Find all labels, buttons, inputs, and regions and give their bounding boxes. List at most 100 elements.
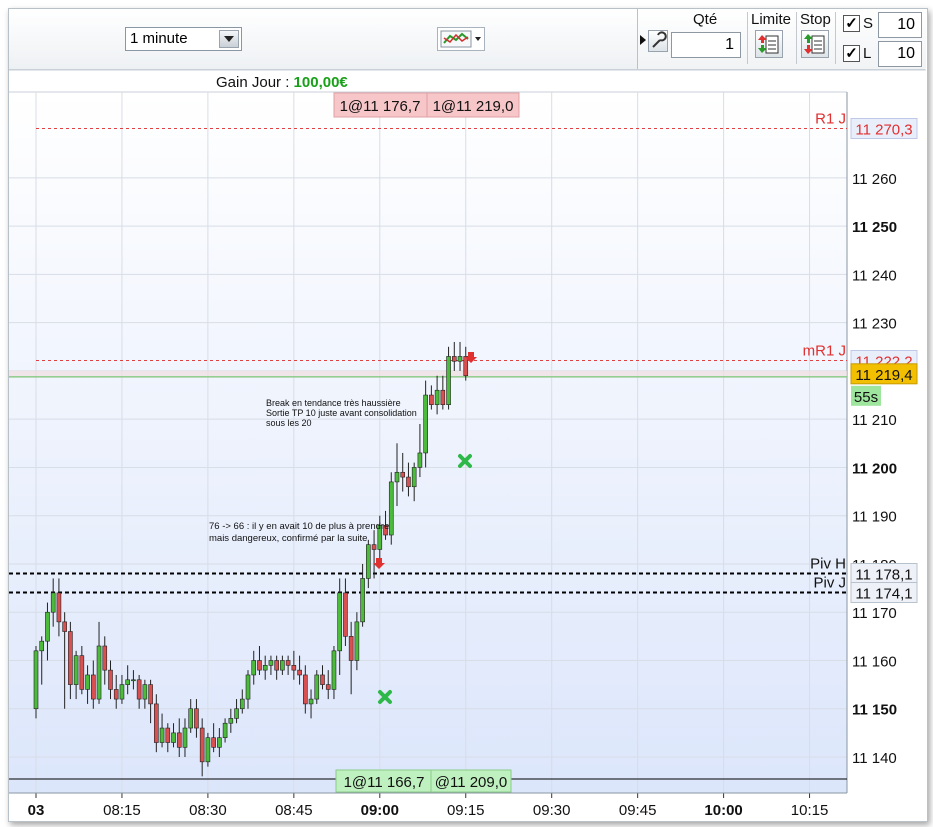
x-tick-label: 03: [28, 802, 45, 819]
candle-body: [360, 578, 365, 623]
candle-body: [434, 389, 440, 406]
x-tick-label: 10:00: [704, 802, 742, 819]
annotation-text: mais dangereux, confirmé par la suite: [209, 533, 367, 544]
y-tick-label: 11 140: [852, 750, 897, 767]
candle-body: [234, 708, 239, 719]
candle-body: [337, 592, 342, 652]
candle-body: [297, 669, 302, 676]
candle-body: [440, 389, 446, 406]
candle-body: [388, 481, 394, 536]
candle-body: [125, 679, 130, 685]
candle-body: [33, 650, 39, 710]
candle-body: [245, 674, 251, 700]
current-price-label: 11 219,4: [855, 367, 912, 384]
candle-body: [354, 621, 360, 661]
y-tick-label: 11 250: [852, 219, 897, 236]
candle-body: [325, 684, 331, 690]
candle-body: [411, 467, 417, 488]
candle-body: [85, 674, 90, 690]
candle-body: [463, 356, 469, 377]
order-tag-label: 1@11 176,7: [340, 98, 421, 115]
candle-body: [400, 471, 406, 478]
candle-body: [262, 665, 268, 671]
level-price-label: 11 270,3: [855, 122, 912, 139]
level-price-label: 11 174,1: [855, 586, 912, 603]
x-tick-label: 10:15: [791, 802, 829, 819]
candle-body: [366, 544, 371, 579]
annotation-text: sous les 20: [266, 418, 312, 428]
candle-body: [217, 737, 222, 748]
candle-body: [154, 703, 159, 743]
candle-body: [406, 476, 411, 488]
x-tick-label: 09:00: [361, 802, 399, 819]
x-tick-label: 08:30: [189, 802, 227, 819]
candle-body: [457, 356, 463, 362]
candle-body: [348, 636, 354, 661]
candle-body: [228, 718, 234, 724]
candle-body: [394, 471, 400, 483]
candle-body: [119, 684, 125, 700]
candle-body: [50, 592, 56, 613]
candle-body: [211, 737, 216, 748]
candle-body: [96, 645, 102, 700]
candle-body: [205, 737, 211, 763]
candle-body: [446, 356, 451, 406]
x-tick-label: 09:45: [619, 802, 657, 819]
candle-body: [188, 708, 194, 729]
candle-body: [423, 394, 428, 454]
candle-body: [113, 689, 119, 700]
y-tick-label: 11 170: [852, 605, 897, 622]
candle-body: [451, 356, 457, 362]
candle-body: [274, 660, 279, 671]
candle-body: [165, 727, 171, 743]
candle-body: [182, 727, 188, 748]
candle-body: [331, 650, 337, 690]
candle-body: [251, 660, 257, 676]
x-tick-label: 09:30: [533, 802, 571, 819]
candle-body: [291, 665, 297, 671]
candle-body: [222, 722, 228, 738]
candle-body: [159, 727, 165, 743]
order-tag-label: 1@11 219,0: [433, 98, 514, 115]
order-tag-label: @11 209,0: [435, 774, 508, 791]
candle-body: [199, 727, 205, 763]
candle-body: [79, 655, 85, 690]
price-chart[interactable]: 11 14011 15011 16011 17011 18011 19011 2…: [0, 0, 933, 827]
candle-body: [102, 645, 108, 671]
candle-body: [176, 732, 182, 748]
candle-body: [171, 732, 176, 743]
y-tick-label: 11 210: [852, 412, 897, 429]
countdown-label: 55s: [854, 389, 878, 406]
level-price-label: 11 178,1: [855, 567, 912, 584]
candle-body: [257, 660, 262, 671]
y-tick-label: 11 240: [852, 267, 897, 284]
y-tick-label: 11 160: [852, 653, 897, 670]
candle-body: [320, 674, 325, 685]
level-name: Piv J: [813, 575, 846, 592]
candle-body: [131, 679, 136, 682]
candle-body: [148, 684, 153, 705]
annotation-text: Sortie TP 10 juste avant consolidation: [266, 408, 417, 418]
x-tick-label: 08:15: [103, 802, 141, 819]
x-tick-label: 08:45: [275, 802, 313, 819]
candle-body: [45, 611, 50, 642]
x-tick-label: 09:15: [447, 802, 485, 819]
candle-body: [194, 708, 199, 729]
candle-body: [73, 655, 79, 685]
candle-body: [136, 679, 142, 700]
order-tag-label: 1@11 166,7: [344, 774, 425, 791]
annotation-text: Break en tendance très haussière: [266, 398, 401, 408]
candle-body: [239, 698, 245, 710]
candle-body: [429, 394, 434, 406]
y-tick-label: 11 190: [852, 509, 897, 526]
y-tick-label: 11 230: [852, 316, 897, 333]
level-name: mR1 J: [803, 343, 846, 360]
candle-body: [371, 544, 377, 550]
candle-body: [314, 674, 320, 700]
candle-body: [62, 621, 67, 632]
candle-body: [280, 660, 285, 671]
candle-body: [343, 592, 348, 637]
candle-body: [417, 452, 423, 468]
y-tick-label: 11 200: [852, 460, 897, 477]
y-tick-label: 11 150: [852, 702, 897, 719]
